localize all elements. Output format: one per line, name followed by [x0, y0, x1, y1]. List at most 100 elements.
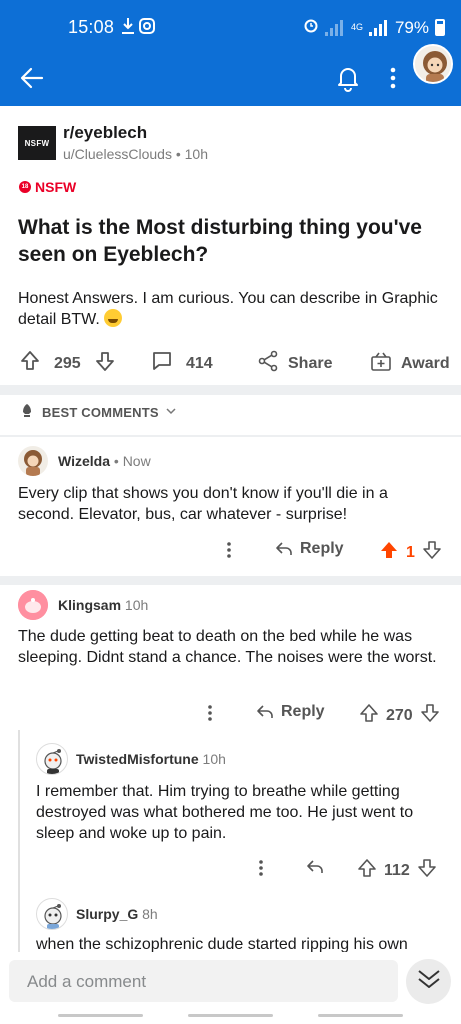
status-bar: 15:08 4G 79%: [0, 0, 461, 56]
status-right: 4G 79%: [303, 17, 445, 38]
comment-username[interactable]: Klingsam: [58, 597, 121, 613]
nav-handle: [58, 1014, 143, 1017]
bell-icon[interactable]: [335, 64, 361, 97]
status-time: 15:08: [68, 17, 115, 37]
subreddit-name[interactable]: r/eyeblech: [63, 123, 147, 143]
comment-body-clip: when the schizophrenic dude started ripp…: [36, 934, 450, 952]
double-chevron-down-icon: [416, 967, 442, 996]
post-body: Honest Answers. I am curious. You can de…: [18, 288, 443, 330]
thread-line[interactable]: [18, 730, 20, 952]
comment-author: Slurpy_G 8h: [76, 906, 158, 922]
award-button[interactable]: Award: [369, 349, 450, 378]
battery-icon: [435, 19, 445, 36]
reply-button[interactable]: Reply: [274, 539, 344, 559]
alarm-icon: [303, 17, 319, 38]
comment-body: The dude getting beat to death on the be…: [18, 628, 437, 666]
nav-bar: [0, 52, 461, 106]
subreddit-icon[interactable]: NSFW: [18, 126, 56, 160]
comment-username[interactable]: TwistedMisfortune: [76, 751, 199, 767]
comment-body: Every clip that shows you don't know if …: [18, 485, 388, 523]
vote-count: 1: [406, 543, 415, 561]
downvote-icon[interactable]: [419, 702, 441, 729]
vote-group: 1: [378, 539, 443, 566]
comment-author: TwistedMisfortune 10h: [76, 751, 226, 767]
sort-selector[interactable]: BEST COMMENTS: [18, 402, 177, 423]
post-meta: u/CluelessClouds • 10h: [63, 146, 208, 162]
vote-count: 112: [384, 861, 410, 879]
comment-divider: [0, 576, 461, 585]
downvote-icon[interactable]: [416, 857, 438, 884]
comment-username[interactable]: Wizelda: [58, 453, 110, 469]
nav-handle: [188, 1014, 273, 1017]
post-title: What is the Most disturbing thing you've…: [18, 216, 422, 266]
app-header: 15:08 4G 79%: [0, 0, 461, 106]
avatar[interactable]: [36, 743, 68, 775]
signal-icon-2: [368, 19, 389, 36]
avatar[interactable]: [18, 590, 48, 620]
comment-author: Klingsam 10h: [58, 597, 148, 613]
nsfw-tag: 18 NSFW: [19, 179, 76, 195]
user-avatar[interactable]: [413, 44, 453, 84]
comment-actions: 112: [0, 853, 461, 883]
gift-icon: [369, 349, 393, 378]
vote-count: 270: [386, 706, 413, 724]
upvote-active-icon[interactable]: [378, 539, 400, 566]
comments-button[interactable]: 414: [150, 349, 213, 378]
comment-time: 10h: [202, 751, 226, 767]
more-options-icon[interactable]: [203, 702, 217, 724]
post-actions: 295 414 Share Award: [0, 346, 461, 380]
comment-count: 414: [186, 354, 213, 372]
nav-handle: [318, 1014, 403, 1017]
downvote-icon[interactable]: [93, 349, 117, 378]
arrow-left-icon[interactable]: [18, 64, 46, 97]
comment-time: Now: [122, 453, 151, 469]
comment-actions: Reply 270: [0, 698, 461, 728]
share-label: Share: [288, 354, 333, 372]
reply-button[interactable]: Reply: [255, 702, 325, 722]
post-author[interactable]: u/CluelessClouds: [63, 146, 172, 162]
comment-body: I remember that. Him trying to breathe w…: [36, 783, 414, 842]
vote-group: 112: [356, 857, 438, 884]
comment-author: Wizelda • Now: [58, 453, 151, 469]
rocket-icon: [18, 402, 36, 423]
reply-label: Reply: [300, 540, 344, 557]
comment-actions: Reply 1: [0, 535, 461, 565]
more-options-icon[interactable]: [222, 539, 236, 561]
share-icon: [256, 349, 280, 378]
vote-group: 295: [18, 349, 117, 378]
nsfw-tag-label: NSFW: [35, 179, 77, 195]
comment-body: when the schizophrenic dude started ripp…: [36, 936, 408, 952]
post-time: 10h: [184, 146, 208, 162]
avatar[interactable]: [18, 446, 48, 476]
avatar[interactable]: [36, 898, 68, 930]
upvote-count: 295: [54, 354, 81, 372]
more-options-icon[interactable]: [254, 857, 268, 879]
reply-button[interactable]: [305, 857, 325, 877]
comment-time: 8h: [142, 906, 158, 922]
upvote-icon[interactable]: [356, 857, 378, 884]
section-divider: [0, 385, 461, 395]
comment-input[interactable]: Add a comment: [9, 960, 398, 1002]
award-label: Award: [401, 354, 450, 372]
instagram-icon: [138, 16, 156, 41]
comment-username[interactable]: Slurpy_G: [76, 906, 138, 922]
grinning-sweat-emoji-icon: [104, 309, 123, 327]
comment-bubble-icon: [150, 349, 174, 378]
downvote-icon[interactable]: [421, 539, 443, 566]
meta-separator: •: [175, 146, 185, 162]
sort-label: BEST COMMENTS: [42, 405, 159, 420]
reply-label: Reply: [281, 703, 325, 720]
comment-time: 10h: [124, 597, 149, 613]
share-button[interactable]: Share: [256, 349, 332, 378]
kebab-icon[interactable]: [385, 64, 401, 97]
vote-group: 270: [358, 702, 441, 729]
upvote-icon[interactable]: [358, 702, 380, 729]
comment-composer-bar: Add a comment: [0, 952, 461, 1024]
signal-icon: [324, 19, 345, 36]
download-icon: [120, 16, 136, 41]
sort-divider: [0, 435, 461, 437]
post-body-text: Honest Answers. I am curious. You can de…: [18, 290, 438, 328]
next-comment-button[interactable]: [406, 959, 451, 1004]
upvote-icon[interactable]: [18, 349, 42, 378]
chevron-down-icon: [165, 405, 177, 420]
